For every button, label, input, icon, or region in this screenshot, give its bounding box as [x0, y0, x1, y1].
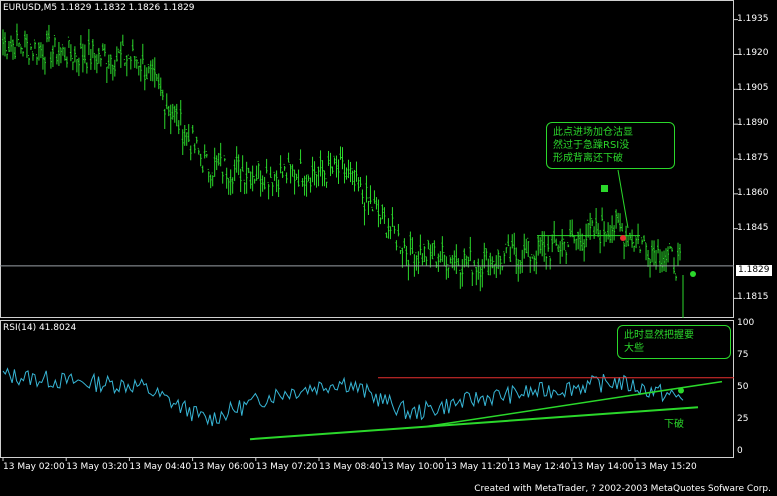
- annotation-pointer: [617, 169, 629, 229]
- rsi-axis-label: 100: [737, 318, 755, 328]
- time-axis-label: 13 May 10:00: [382, 462, 444, 472]
- time-axis-label: 13 May 03:20: [66, 462, 128, 472]
- break-label: 下破: [664, 419, 684, 430]
- price-axis-label: 1.1875: [737, 153, 769, 163]
- rsi-axis-label: 50: [737, 382, 749, 392]
- price-axis-label: 1.1905: [737, 83, 769, 94]
- price-axis-label: 1.1890: [737, 118, 769, 129]
- footer-credit: Created with MetaTrader, ? 2002-2003 Met…: [474, 484, 771, 494]
- time-axis-label: 13 May 02:00: [3, 462, 65, 472]
- rsi-lines: [2, 367, 734, 441]
- price-axis-label: 1.1920: [737, 48, 769, 59]
- entry-annotation: 此点进场加仓沽显 然过于急躁RSI没 形成背离还下破: [546, 122, 675, 169]
- sell-marker: [620, 235, 626, 241]
- time-axis-label: 13 May 15:20: [635, 462, 697, 472]
- price-axis-label: 1.1860: [737, 187, 769, 198]
- entry-marker: [601, 185, 608, 192]
- time-axis-label: 13 May 14:00: [571, 462, 634, 472]
- rsi-annotation: 此时显然把握要 大些: [617, 325, 731, 359]
- rsi-axis-label: 25: [737, 414, 749, 424]
- rsi-axis-label: 0: [737, 446, 743, 456]
- current-price-tag: 1.1829: [736, 265, 772, 276]
- time-axis-label: 13 May 08:40: [319, 462, 381, 472]
- price-axis-label: 1.1815: [737, 292, 769, 303]
- time-axis-label: 13 May 11:20: [445, 462, 508, 472]
- exit-marker: [690, 271, 696, 277]
- time-axis-label: 13 May 12:40: [508, 462, 571, 472]
- time-axis-label: 13 May 07:20: [255, 462, 318, 472]
- rsi-axis-label: 75: [737, 350, 749, 360]
- rsi-marker: [678, 387, 684, 394]
- chart-title: EURUSD,M5 1.1829 1.1832 1.1826 1.1829: [3, 3, 195, 13]
- time-axis-label: 13 May 06:00: [192, 462, 255, 472]
- metatrader-chart-window: EURUSD,M5 1.1829 1.1832 1.1826 1.1829 RS…: [0, 0, 777, 496]
- price-axis-label: 1.1845: [737, 222, 769, 233]
- rsi-title: RSI(14) 41.8024: [3, 323, 77, 333]
- price-axis-label: 1.1935: [737, 13, 769, 24]
- chart-canvas: [0, 19, 738, 461]
- time-axis-label: 13 May 04:40: [129, 462, 192, 472]
- rsi-trendline-lower: [249, 406, 699, 441]
